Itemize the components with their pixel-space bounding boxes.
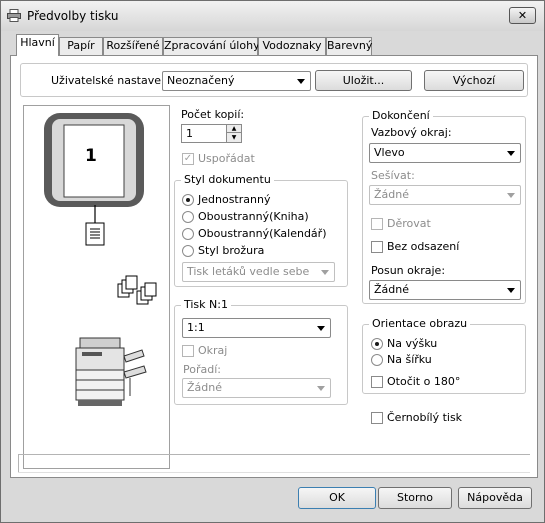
order-select[interactable]: Žádné (182, 378, 331, 398)
margin-shift-select[interactable]: Žádné (369, 280, 521, 300)
staple-label: Sešívat: (371, 169, 415, 182)
black-white-label: Černobílý tisk (387, 411, 463, 424)
rotate-180-label: Otočit o 180° (387, 375, 461, 388)
copies-label: Počet kopií: (181, 108, 245, 121)
radio-single-sided-label: Jednostranný (198, 193, 271, 206)
radio-duplex-calendar-label: Oboustranný(Kalendář) (198, 227, 327, 240)
radio-portrait-label: Na výšku (387, 337, 438, 350)
copies-stepper[interactable]: 1 ▲ ▼ (181, 124, 242, 143)
window-title: Předvolby tisku (27, 9, 119, 23)
help-button[interactable]: Nápověda (458, 487, 532, 509)
radio-duplex-book[interactable] (182, 211, 194, 223)
chevron-down-icon (317, 326, 325, 331)
chevron-down-icon (507, 193, 515, 198)
tab-watermarks[interactable]: Vodoznaky (258, 37, 326, 55)
radio-duplex-book-label: Oboustranný(Kniha) (198, 210, 309, 223)
radio-single-sided[interactable] (182, 194, 194, 206)
margin-shift-value: Žádné (374, 283, 409, 296)
title-bar: Předvolby tisku ✕ (1, 1, 544, 31)
collate-icon (117, 275, 157, 305)
user-settings-label: Uživatelské nastavení: (51, 74, 175, 87)
n-up-title: Tisk N:1 (181, 298, 231, 311)
user-settings-select[interactable]: Neoznačený (162, 71, 311, 91)
order-label: Pořadí: (183, 363, 221, 376)
printer-icon (7, 9, 21, 22)
booklet-mode-value: Tisk letáků vedle sebe (187, 265, 310, 278)
document-style-title: Styl dokumentu (181, 173, 274, 186)
n-up-value: 1:1 (187, 321, 205, 334)
tab-panel: Uživatelské nastavení: Neoznačený Uložit… (10, 55, 538, 478)
radio-portrait[interactable] (371, 338, 383, 350)
radio-landscape[interactable] (371, 354, 383, 366)
black-white-checkbox[interactable] (371, 412, 383, 424)
finishing-title: Dokončení (369, 109, 433, 122)
separator-top (18, 454, 530, 455)
tab-advanced[interactable]: Rozšířené (103, 37, 163, 55)
preview-page-number: 1 (85, 146, 97, 166)
n-up-select[interactable]: 1:1 (182, 318, 331, 338)
border-checkbox[interactable] (182, 345, 194, 357)
chevron-down-icon (507, 288, 515, 293)
punch-checkbox[interactable] (371, 218, 383, 230)
border-label: Okraj (198, 344, 228, 357)
preview-pane: 1 (23, 105, 170, 469)
tab-job-handling[interactable]: Zpracování úlohy (163, 37, 260, 55)
collate-checkbox[interactable]: ✓ (182, 153, 194, 165)
tab-color[interactable]: Barevný (326, 37, 372, 55)
rotate-180-checkbox[interactable] (371, 376, 383, 388)
binding-value: Vlevo (374, 146, 405, 159)
margin-shift-label: Posun okraje: (371, 264, 446, 277)
ok-button[interactable]: OK (298, 487, 376, 509)
chevron-down-icon (297, 79, 305, 84)
radio-landscape-label: Na šířku (387, 353, 432, 366)
tab-paper[interactable]: Papír (59, 37, 103, 55)
orientation-title: Orientace obrazu (369, 317, 471, 330)
save-button[interactable]: Uložit... (315, 70, 412, 91)
staple-value: Žádné (374, 188, 409, 201)
user-settings-value: Neoznačený (167, 74, 235, 87)
order-value: Žádné (187, 381, 222, 394)
spin-up-icon[interactable]: ▲ (226, 125, 241, 133)
single-page-icon (85, 205, 105, 246)
booklet-mode-select[interactable]: Tisk letáků vedle sebe (182, 262, 335, 282)
chevron-down-icon (507, 151, 515, 156)
collate-label: Uspořádat (198, 152, 255, 165)
close-button[interactable]: ✕ (509, 7, 536, 24)
spin-down-icon[interactable]: ▼ (226, 133, 241, 142)
no-offset-label: Bez odsazení (387, 240, 460, 253)
staple-select[interactable]: Žádné (369, 185, 521, 205)
tab-main[interactable]: Hlavní (16, 34, 59, 56)
chevron-down-icon (321, 270, 329, 275)
print-preferences-window: Předvolby tisku ✕ Hlavní Papír Rozšířené… (0, 0, 545, 523)
no-offset-checkbox[interactable] (371, 241, 383, 253)
copies-value: 1 (186, 127, 193, 140)
default-button[interactable]: Výchozí (424, 70, 524, 91)
binding-label: Vazbový okraj: (371, 126, 452, 139)
radio-duplex-calendar[interactable] (182, 228, 194, 240)
punch-label: Děrovat (387, 217, 431, 230)
radio-booklet-label: Styl brožura (198, 244, 265, 257)
printer-device-icon (75, 337, 147, 406)
cancel-button[interactable]: Storno (378, 487, 452, 509)
separator-bottom (18, 472, 530, 473)
separator-left (18, 454, 19, 472)
chevron-down-icon (317, 386, 325, 391)
binding-select[interactable]: Vlevo (369, 143, 521, 163)
radio-booklet[interactable] (182, 245, 194, 257)
